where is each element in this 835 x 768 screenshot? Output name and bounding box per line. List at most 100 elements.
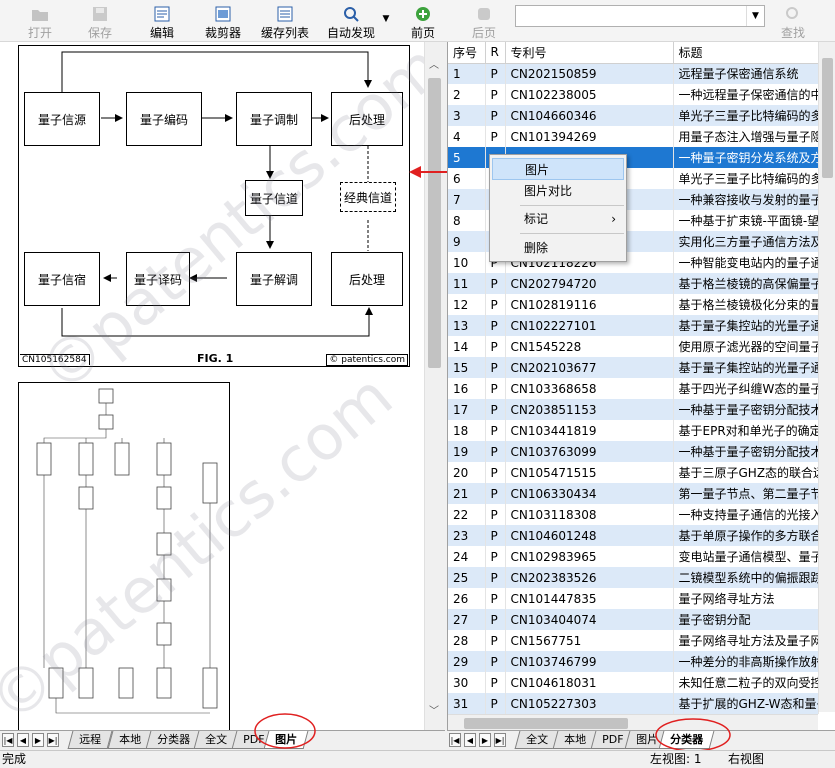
table-row[interactable]: 26PCN101447835量子网络寻址方法 bbox=[448, 588, 818, 609]
cell-index: 1 bbox=[448, 63, 485, 84]
table-row[interactable]: 13PCN102227101基于量子集控站的光量子通 bbox=[448, 315, 818, 336]
left-tab-remote[interactable]: 远程 bbox=[68, 731, 113, 749]
col-header-r[interactable]: R bbox=[485, 42, 505, 63]
edit-button[interactable]: 编辑 bbox=[142, 2, 182, 40]
table-row[interactable]: 15PCN202103677基于量子集控站的光量子通 bbox=[448, 357, 818, 378]
table-row[interactable]: 12PCN102819116基于格兰棱镜极化分束的量 bbox=[448, 294, 818, 315]
right-scroll-thumb[interactable] bbox=[822, 58, 833, 178]
menu-item-mark[interactable]: 标记 › bbox=[492, 208, 624, 230]
prev-tab-icon[interactable]: ◀ bbox=[464, 733, 476, 747]
cell-index: 29 bbox=[448, 651, 485, 672]
left-tab-highlight-circle bbox=[252, 711, 318, 751]
patent-id-label: CN105162584 bbox=[20, 354, 90, 365]
menu-item-image-compare[interactable]: 图片对比 bbox=[492, 180, 624, 202]
cell-index: 27 bbox=[448, 609, 485, 630]
table-row[interactable]: 28PCN1567751量子网络寻址方法及量子网 bbox=[448, 630, 818, 651]
save-button[interactable]: 保存 bbox=[80, 2, 120, 40]
cell-title: 基于三原子GHZ态的联合远 bbox=[673, 462, 818, 483]
left-scroll-thumb[interactable] bbox=[428, 78, 441, 368]
table-header-row: 序号 R 专利号 标题 bbox=[448, 42, 818, 63]
image-viewer[interactable]: 量子信源 量子编码 量子调制 后处理 量子信道 经典信道 量子信宿 量子译码 量… bbox=[0, 42, 424, 732]
table-row[interactable]: 25PCN202383526二镜模型系统中的偏振跟踪 bbox=[448, 567, 818, 588]
cell-r: P bbox=[485, 399, 505, 420]
status-bar: 完成 左视图: 1 右视图 bbox=[0, 750, 835, 768]
table-row[interactable]: 18PCN103441819基于EPR对和单光子的确定 bbox=[448, 420, 818, 441]
last-tab-icon[interactable]: ▶| bbox=[47, 733, 59, 747]
first-tab-icon[interactable]: |◀ bbox=[449, 733, 461, 747]
col-header-patent-number[interactable]: 专利号 bbox=[505, 42, 673, 63]
table-row[interactable]: 16PCN103368658基于四光子纠缠W态的量子 bbox=[448, 378, 818, 399]
table-row[interactable]: 4PCN101394269用量子态注入增强与量子隐 bbox=[448, 126, 818, 147]
next-tab-icon[interactable]: ▶ bbox=[32, 733, 44, 747]
table-row[interactable]: 14PCN1545228使用原子滤光器的空间量子 bbox=[448, 336, 818, 357]
box-quantum-source: 量子信源 bbox=[24, 92, 100, 146]
find-label: 查找 bbox=[781, 26, 805, 40]
menu-separator bbox=[520, 233, 624, 234]
table-row[interactable]: 3PCN104660346单光子三量子比特编码的多 bbox=[448, 105, 818, 126]
table-row[interactable]: 1PCN202150859远程量子保密通信系统 bbox=[448, 63, 818, 84]
cell-r: P bbox=[485, 567, 505, 588]
table-row[interactable]: 23PCN104601248基于单原子操作的多方联合 bbox=[448, 525, 818, 546]
cell-r: P bbox=[485, 441, 505, 462]
cell-patent-number: CN104601248 bbox=[505, 525, 673, 546]
cell-title: 基于量子集控站的光量子通 bbox=[673, 315, 818, 336]
box-quantum-modulate: 量子调制 bbox=[236, 92, 312, 146]
chevron-down-icon[interactable]: ▼ bbox=[746, 6, 764, 26]
table-row[interactable]: 17PCN203851153一种基于量子密钥分配技术 bbox=[448, 399, 818, 420]
table-row[interactable]: 20PCN105471515基于三原子GHZ态的联合远 bbox=[448, 462, 818, 483]
scroll-down-icon[interactable]: ﹀ bbox=[429, 702, 439, 717]
table-row[interactable]: 2PCN102238005一种远程量子保密通信的中 bbox=[448, 84, 818, 105]
menu-item-delete[interactable]: 删除 bbox=[492, 237, 624, 259]
table-row[interactable]: 31PCN105227303基于扩展的GHZ-W态和量子 bbox=[448, 693, 818, 714]
open-folder-icon bbox=[31, 6, 49, 22]
cell-patent-number: CN103441819 bbox=[505, 420, 673, 441]
find-icon bbox=[784, 6, 802, 22]
next-tab-icon[interactable]: ▶ bbox=[479, 733, 491, 747]
tab-label: 远程 bbox=[79, 731, 101, 748]
table-row[interactable]: 19PCN103763099一种基于量子密钥分配技术 bbox=[448, 441, 818, 462]
table-row[interactable]: 24PCN102983965变电站量子通信模型、量子 bbox=[448, 546, 818, 567]
cell-r: P bbox=[485, 336, 505, 357]
toolbar: 打开 保存 编辑 裁剪器 缓存列表 自动发现 ▼ 前页 后页 ▼ 查找 bbox=[0, 0, 835, 42]
table-row[interactable]: 22PCN103118308一种支持量子通信的光接入 bbox=[448, 504, 818, 525]
scroll-up-icon[interactable]: ︿ bbox=[429, 56, 439, 71]
cache-list-button[interactable]: 缓存列表 bbox=[258, 2, 312, 40]
cell-index: 21 bbox=[448, 483, 485, 504]
table-row[interactable]: 29PCN103746799一种差分的非高斯操作放射 bbox=[448, 651, 818, 672]
right-vertical-scrollbar[interactable] bbox=[818, 42, 835, 712]
first-tab-icon[interactable]: |◀ bbox=[2, 733, 14, 747]
cell-index: 23 bbox=[448, 525, 485, 546]
cell-r: P bbox=[485, 609, 505, 630]
cell-r: P bbox=[485, 672, 505, 693]
cell-index: 3 bbox=[448, 105, 485, 126]
cell-title: 一种差分的非高斯操作放射 bbox=[673, 651, 818, 672]
table-row[interactable]: 11PCN202794720基于格兰棱镜的高保偏量子 bbox=[448, 273, 818, 294]
box-quantum-decode: 量子译码 bbox=[126, 252, 190, 306]
table-row[interactable]: 27PCN103404074量子密钥分配 bbox=[448, 609, 818, 630]
table-row[interactable]: 30PCN104618031未知任意二粒子的双向受控 bbox=[448, 672, 818, 693]
search-combobox[interactable]: ▼ bbox=[515, 5, 765, 27]
auto-discover-button[interactable]: 自动发现 bbox=[320, 2, 382, 40]
prev-tab-icon[interactable]: ◀ bbox=[17, 733, 29, 747]
cell-title: 量子网络寻址方法 bbox=[673, 588, 818, 609]
right-horizontal-scrollbar[interactable] bbox=[448, 714, 818, 731]
next-page-button[interactable]: 后页 bbox=[466, 2, 502, 40]
cell-title: 实用化三方量子通信方法及 bbox=[673, 231, 818, 252]
cell-r: P bbox=[485, 378, 505, 399]
prev-page-button[interactable]: 前页 bbox=[405, 2, 441, 40]
table-row[interactable]: 21PCN106330434第一量子节点、第二量子节 bbox=[448, 483, 818, 504]
last-tab-icon[interactable]: ▶| bbox=[494, 733, 506, 747]
left-tab-classifier[interactable]: 分类器 bbox=[146, 731, 202, 749]
right-hscroll-thumb[interactable] bbox=[464, 718, 628, 729]
left-vertical-scrollbar[interactable]: ︿ ﹀ bbox=[424, 42, 444, 732]
open-button[interactable]: 打开 bbox=[20, 2, 60, 40]
edit-icon bbox=[153, 6, 171, 22]
cache-list-label: 缓存列表 bbox=[261, 26, 309, 40]
menu-item-image[interactable]: 图片 bbox=[492, 158, 624, 180]
cell-patent-number: CN203851153 bbox=[505, 399, 673, 420]
col-header-title[interactable]: 标题 bbox=[673, 42, 818, 63]
cell-r: P bbox=[485, 84, 505, 105]
col-header-index[interactable]: 序号 bbox=[448, 42, 485, 63]
find-button[interactable]: 查找 bbox=[775, 2, 811, 40]
clipper-button[interactable]: 裁剪器 bbox=[200, 2, 246, 40]
